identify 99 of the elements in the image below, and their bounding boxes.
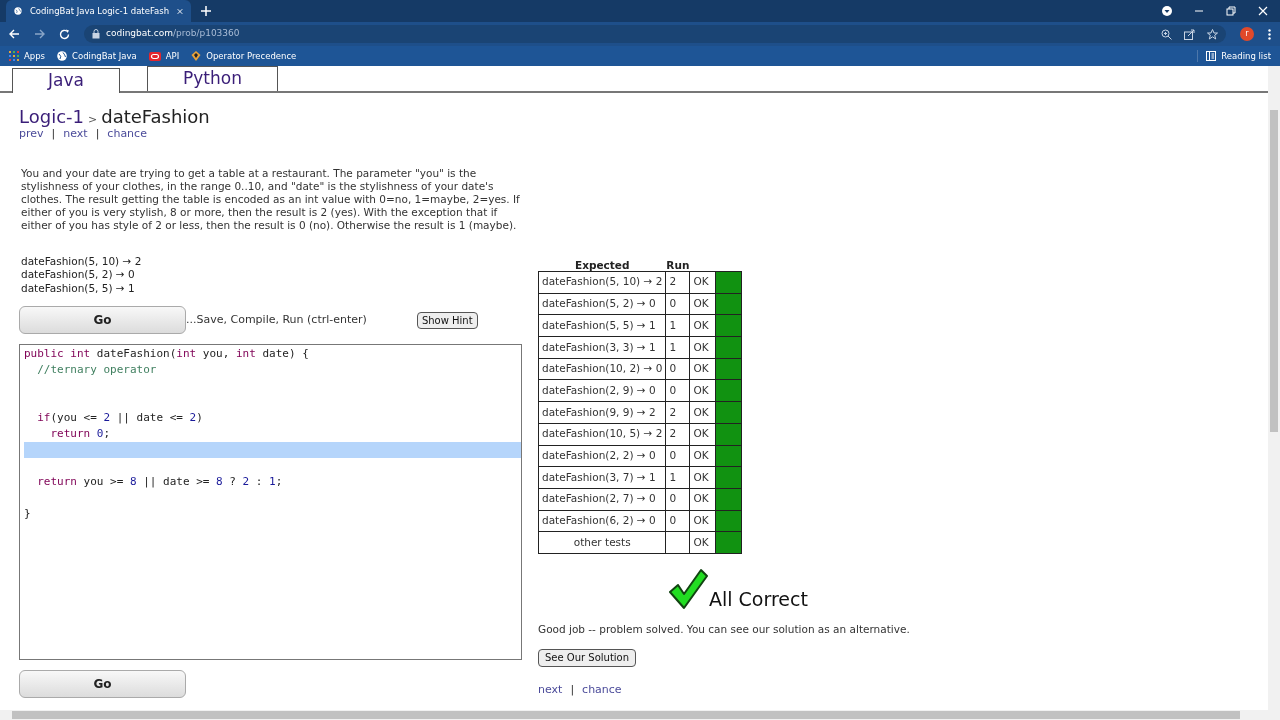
language-tab[interactable]: Java <box>12 68 120 93</box>
reload-icon[interactable] <box>59 28 70 40</box>
nav-link[interactable]: chance <box>582 681 622 699</box>
table-cell: dateFashion(2, 2) → 0 <box>538 445 666 467</box>
code-line: return you >= 8 || date >= 8 ? 2 : 1; <box>36 473 283 490</box>
restore-icon[interactable] <box>1226 6 1236 16</box>
zoom-icon[interactable] <box>1161 28 1172 40</box>
example-call: dateFashion(5, 10) → 2 <box>21 254 143 268</box>
checkmark-icon <box>668 567 708 610</box>
breadcrumb-separator: > <box>88 112 98 128</box>
globe-icon <box>57 51 68 61</box>
table-cell: 2 <box>665 271 690 294</box>
table-cell: dateFashion(6, 2) → 0 <box>538 510 666 532</box>
verdict-message: Good job -- problem solved. You can see our solution as an alternative. <box>538 621 910 637</box>
table-cell: OK <box>689 379 716 402</box>
problem-title: dateFashion <box>101 105 210 129</box>
problem-description: You and your date are trying to get a table at a restaurant. The parameter "you" is the stylishness of your clothes, in the range 0..10, and "date" is the stylishness of your date's clothes. The result getting the table is encoded as an int value with 0=no, 1=maybe, 2=yes. If either of you is very stylish, 8 or more, then the result is 2 (yes). With the exception that if either of you has style of 2 or less, then the result is 0 (no). Otherwise the result is 1 (maybe). <box>21 166 521 232</box>
table-cell: OK <box>689 271 716 294</box>
dropdown-icon[interactable] <box>1162 6 1172 16</box>
globe-icon <box>14 5 22 17</box>
table-cell: 1 <box>665 336 690 359</box>
table-cell: OK <box>689 358 716 380</box>
table-cell: 2 <box>665 401 690 424</box>
code-editor[interactable]: public int dateFashion(int you, int date) { //ternary operator if(you <= 2 || date <= 2) return 0; return you >= 8 || date >= 8 ? 2 : 1; } <box>19 344 522 660</box>
code-line: return 0; <box>49 425 111 442</box>
code-line: } <box>24 505 31 522</box>
tab-title: CodingBat Java Logic-1 dateFash <box>29 4 170 18</box>
lock-icon <box>92 29 100 39</box>
table-cell: OK <box>689 510 716 532</box>
browser-tab[interactable]: CodingBat Java Logic-1 dateFash <box>6 0 191 22</box>
link-separator: | <box>51 127 56 142</box>
code-line: public int dateFashion(int you, int date) { <box>24 345 309 362</box>
more-icon[interactable] <box>1268 28 1271 40</box>
go-button[interactable]: Go <box>19 670 186 698</box>
back-icon[interactable] <box>9 29 20 39</box>
profile-avatar[interactable]: r <box>1240 27 1254 41</box>
bookmark[interactable]: API <box>148 49 180 63</box>
table-cell: OK <box>689 445 716 467</box>
table-cell: dateFashion(5, 10) → 2 <box>538 271 666 294</box>
column-header: Run <box>666 259 690 271</box>
bookmark[interactable]: Operator Precedence <box>191 49 297 63</box>
language-tab[interactable]: Python <box>147 66 278 91</box>
go-instruction: ...Save, Compile, Run (ctrl-enter) <box>186 311 367 328</box>
solution-button[interactable]: See Our Solution <box>538 648 637 667</box>
go-button[interactable]: Go <box>19 306 186 334</box>
new-tab-icon[interactable] <box>201 6 211 16</box>
vertical-scrollbar[interactable] <box>1268 66 1280 710</box>
table-cell: dateFashion(2, 7) → 0 <box>538 488 666 511</box>
table-cell: dateFashion(2, 9) → 0 <box>538 379 666 402</box>
table-cell: OK <box>689 314 716 337</box>
forward-icon[interactable] <box>34 29 45 39</box>
horizontal-scrollbar[interactable] <box>0 710 1280 720</box>
bookmark[interactable]: Apps <box>9 49 46 63</box>
table-cell: 0 <box>665 379 690 402</box>
table-cell: OK <box>689 401 716 424</box>
table-cell: 0 <box>665 293 690 315</box>
star-icon[interactable] <box>1207 28 1218 40</box>
link-separator: | <box>95 126 100 142</box>
example-call: dateFashion(5, 5) → 1 <box>21 281 136 295</box>
share-icon[interactable] <box>1184 28 1195 40</box>
table-cell: OK <box>689 423 716 445</box>
table-cell: dateFashion(5, 5) → 1 <box>538 314 666 337</box>
table-cell: OK <box>689 488 716 511</box>
column-header: Expected <box>574 259 630 271</box>
table-cell: 2 <box>665 423 690 445</box>
link-separator: | <box>570 681 575 698</box>
code-line: //ternary operator <box>36 361 157 378</box>
table-cell: 1 <box>665 466 690 489</box>
nav-link[interactable]: chance <box>107 126 147 143</box>
table-cell: dateFashion(10, 2) → 0 <box>538 358 666 380</box>
table-cell: dateFashion(9, 9) → 2 <box>538 401 666 424</box>
close-icon[interactable] <box>1258 6 1268 16</box>
table-cell: OK <box>689 336 716 359</box>
table-cell: OK <box>689 531 716 554</box>
shield-icon <box>191 51 202 61</box>
example-call: dateFashion(5, 2) → 0 <box>21 268 136 282</box>
table-cell: dateFashion(3, 3) → 1 <box>538 336 666 359</box>
address-bar[interactable]: codingbat.com/prob/p103360 <box>84 25 1226 43</box>
table-cell: dateFashion(3, 7) → 1 <box>538 466 666 489</box>
oval-icon <box>148 51 161 61</box>
reading-list-icon <box>1206 51 1217 61</box>
table-cell: 0 <box>665 445 690 467</box>
table-cell: 0 <box>665 510 690 532</box>
table-cell: OK <box>689 466 716 489</box>
table-cell: OK <box>689 293 716 315</box>
verdict-text: All Correct <box>709 587 808 610</box>
table-cell: dateFashion(5, 2) → 0 <box>538 293 666 315</box>
apps-icon <box>9 51 19 61</box>
show-hint-button[interactable]: Show Hint <box>416 311 478 329</box>
table-cell: 1 <box>665 314 690 337</box>
reading-list-button[interactable]: Reading list <box>1197 49 1271 63</box>
nav-link[interactable]: next <box>538 681 563 699</box>
bookmark[interactable]: CodingBat Java <box>57 49 137 63</box>
code-line: if(you <= 2 || date <= 2) <box>36 409 203 426</box>
table-cell: 0 <box>665 358 690 380</box>
table-cell: other tests <box>538 531 666 554</box>
table-cell: 0 <box>665 488 690 511</box>
url-text: codingbat.com/prob/p103360 <box>106 27 240 41</box>
table-cell: dateFashion(10, 5) → 2 <box>538 423 666 445</box>
